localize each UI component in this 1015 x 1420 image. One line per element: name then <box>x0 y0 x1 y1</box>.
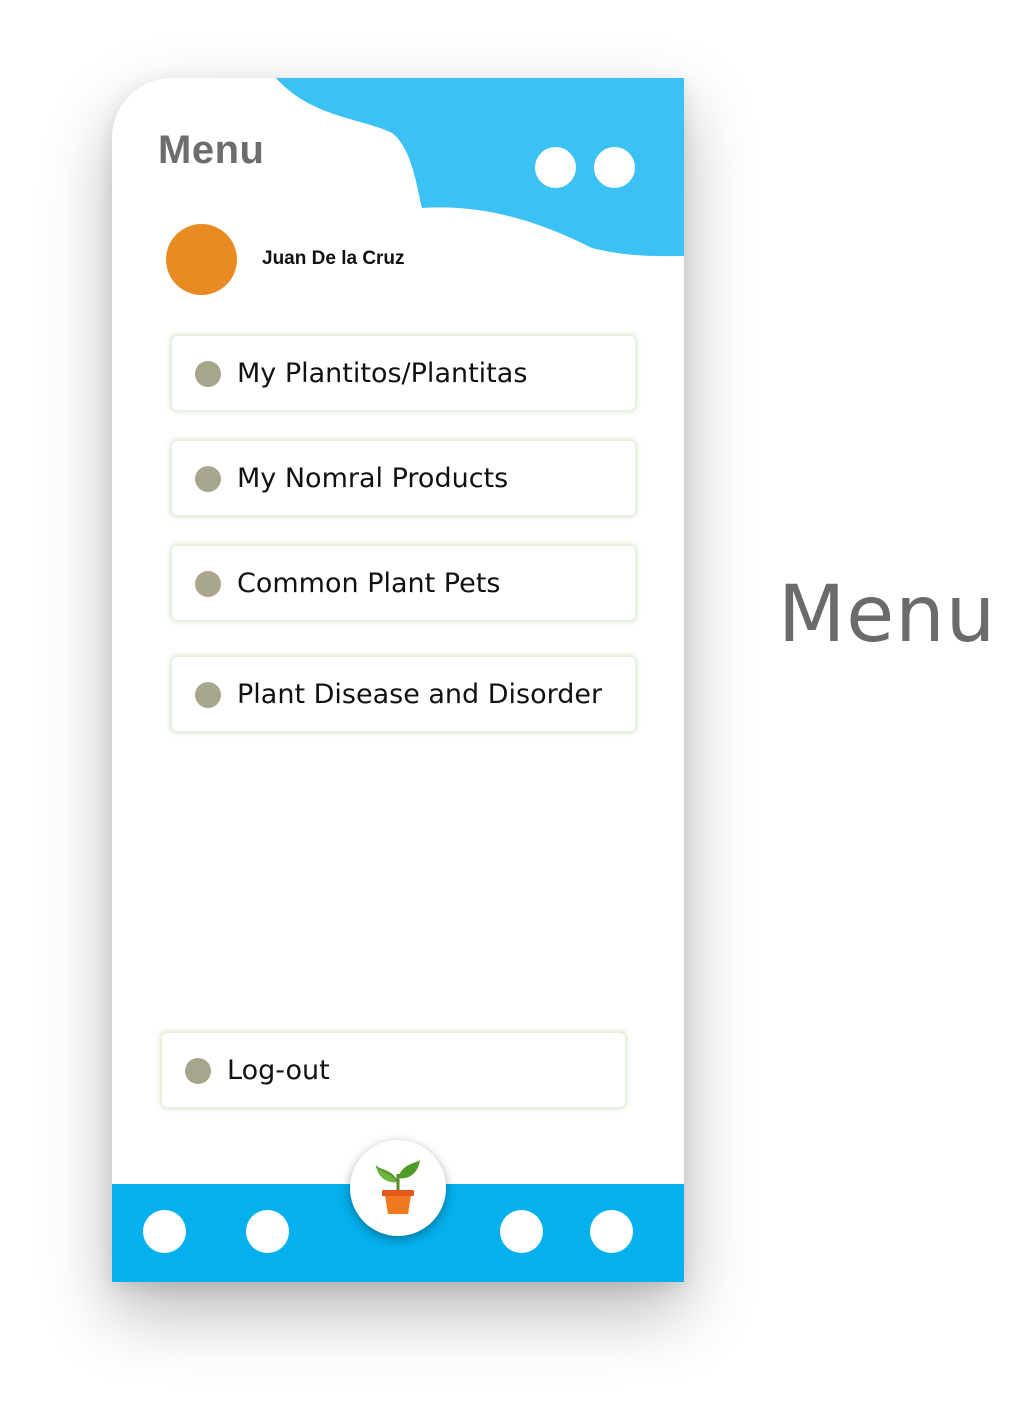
menu-item-label: My Plantitos/Plantitas <box>237 358 528 389</box>
nav-button-3[interactable] <box>500 1210 543 1253</box>
home-plant-button[interactable] <box>350 1140 446 1236</box>
nav-button-1[interactable] <box>143 1210 186 1253</box>
potted-plant-icon <box>375 1160 420 1214</box>
menu-item-my-plantitos[interactable]: My Plantitos/Plantitas <box>171 335 636 411</box>
menu-item-label: Plant Disease and Disorder <box>237 679 603 710</box>
bullet-icon <box>195 571 221 597</box>
avatar[interactable] <box>166 224 237 295</box>
menu-item-my-products[interactable]: My Nomral Products <box>171 440 636 516</box>
nav-button-4[interactable] <box>590 1210 633 1253</box>
user-name: Juan De la Cruz <box>262 248 405 269</box>
logout-button[interactable]: Log-out <box>161 1032 626 1108</box>
header-button-2[interactable] <box>594 147 635 188</box>
bullet-icon <box>195 466 221 492</box>
bullet-icon <box>185 1058 211 1084</box>
menu-item-plant-disease[interactable]: Plant Disease and Disorder <box>171 656 636 732</box>
phone-screen: Menu Juan De la Cruz My Plantitos/Planti… <box>112 78 684 1282</box>
menu-item-label: My Nomral Products <box>237 463 509 494</box>
menu-item-common-plant-pets[interactable]: Common Plant Pets <box>171 545 636 621</box>
logout-label: Log-out <box>227 1055 330 1086</box>
side-caption: Menu <box>778 570 997 660</box>
header-button-1[interactable] <box>535 147 576 188</box>
bullet-icon <box>195 682 221 708</box>
page-title: Menu <box>158 128 265 172</box>
bullet-icon <box>195 361 221 387</box>
nav-button-2[interactable] <box>246 1210 289 1253</box>
menu-item-label: Common Plant Pets <box>237 568 501 599</box>
